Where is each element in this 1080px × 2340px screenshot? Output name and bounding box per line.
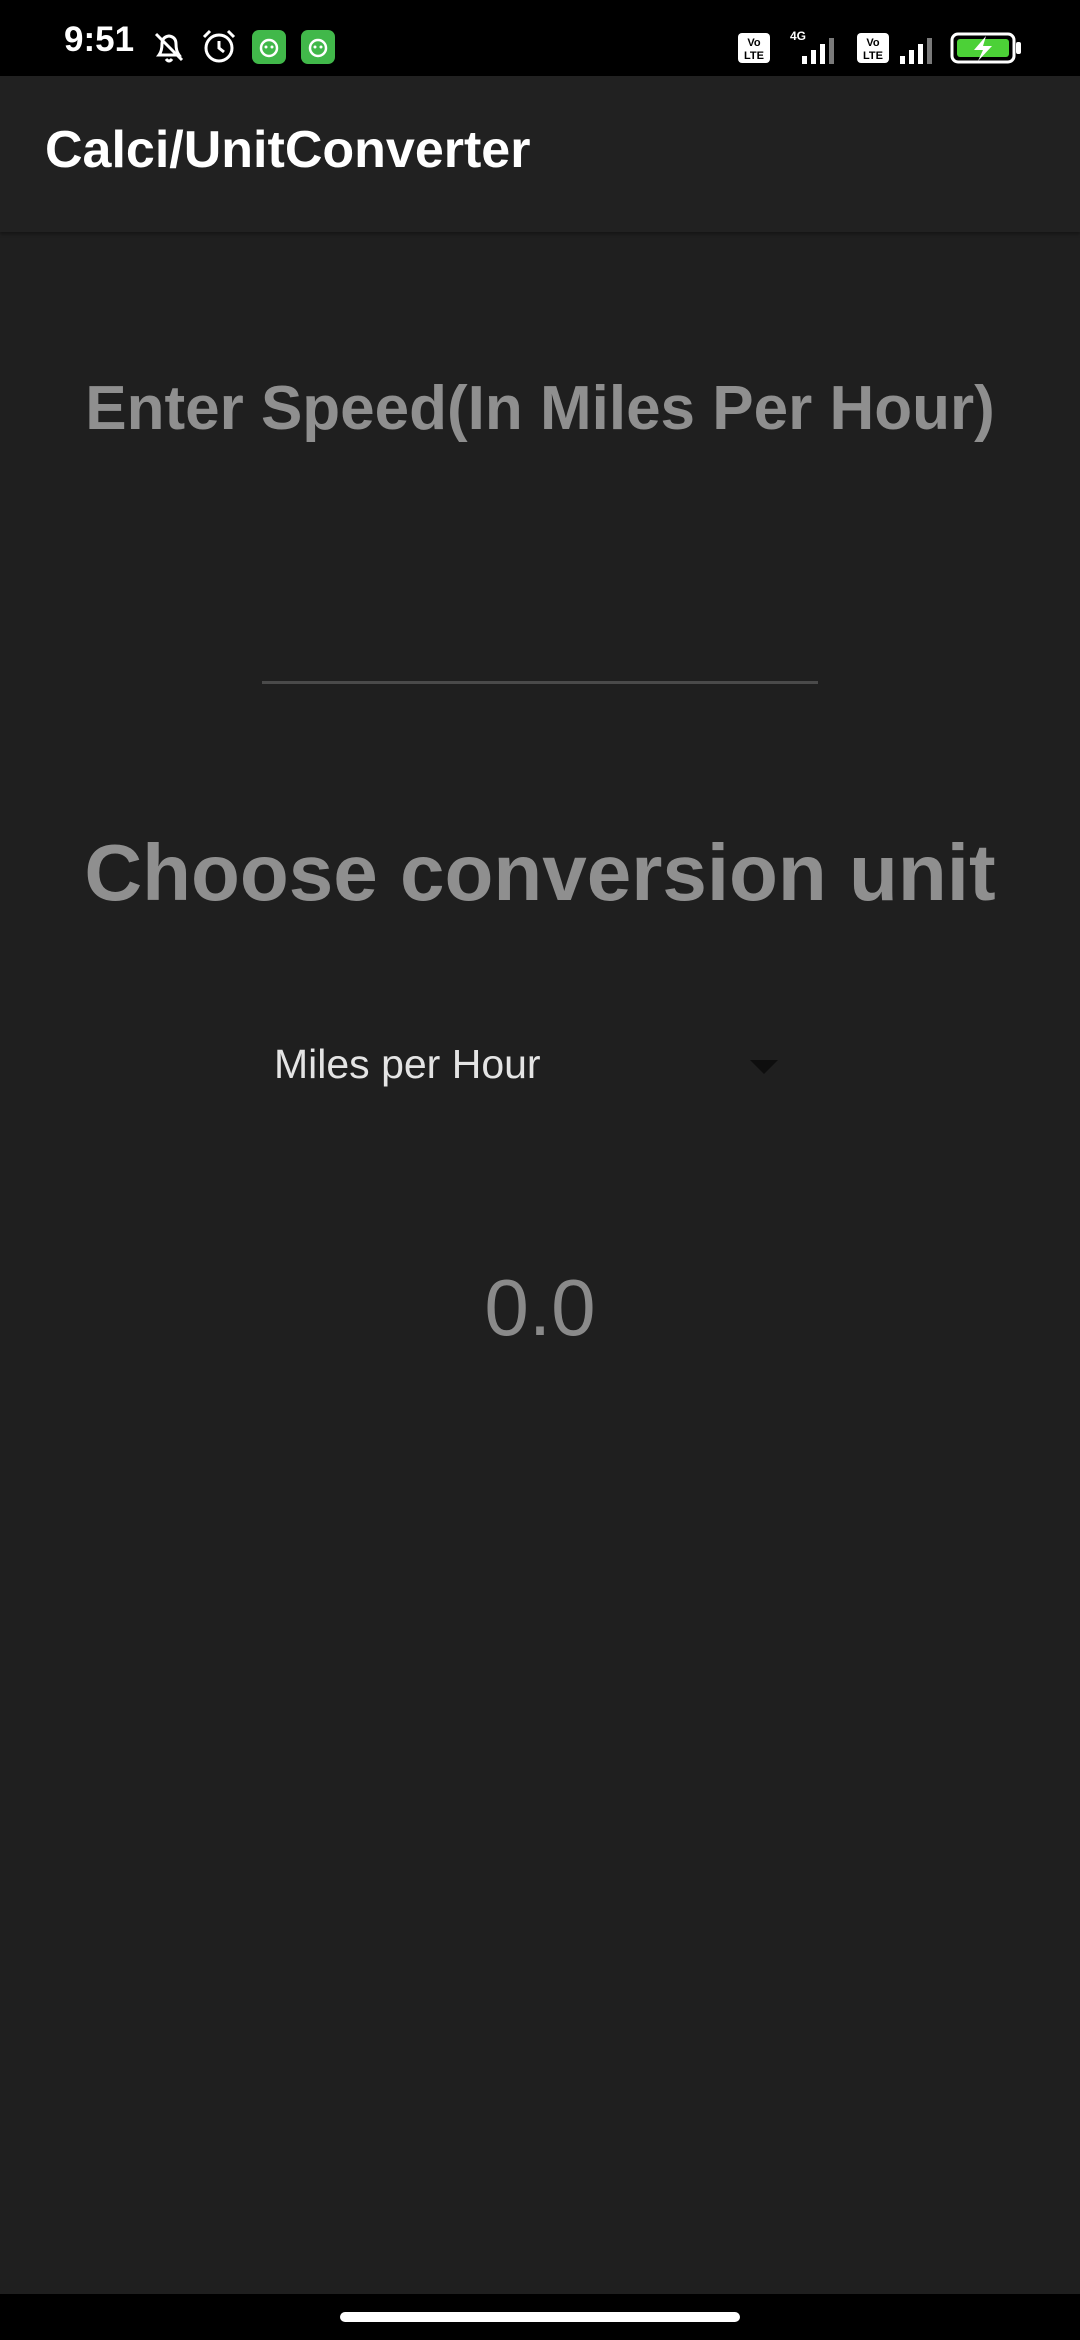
speed-label: Enter Speed(In Miles Per Hour) — [85, 374, 995, 443]
mute-icon — [154, 32, 184, 63]
svg-text:Vo: Vo — [747, 37, 761, 49]
battery-charging-icon — [950, 32, 1021, 64]
home-gesture-handle[interactable] — [340, 2312, 740, 2322]
volte-icon: Vo LTE — [738, 33, 770, 63]
conversion-unit-label: Choose conversion unit — [84, 828, 996, 917]
result-value: 0.0 — [484, 1263, 596, 1352]
speed-input[interactable] — [262, 560, 818, 684]
alarm-icon — [202, 29, 236, 63]
svg-text:Vo: Vo — [866, 37, 880, 49]
selected-unit: Miles per Hour — [274, 1041, 541, 1087]
status-bar: 9:51 Vo LTE 4G Vo LTE — [0, 0, 1080, 76]
svg-text:LTE: LTE — [744, 50, 764, 62]
volte-icon: Vo LTE — [857, 33, 889, 63]
navigation-bar — [0, 2294, 1080, 2340]
signal-icon — [900, 38, 932, 64]
status-time: 9:51 — [64, 20, 135, 59]
app-notification-icon — [301, 30, 335, 64]
conversion-unit-dropdown[interactable]: Miles per Hour — [262, 1030, 802, 1100]
app-title: Calci/UnitConverter — [45, 121, 531, 179]
svg-text:LTE: LTE — [863, 50, 883, 62]
dropdown-arrow-icon — [750, 1060, 778, 1074]
svg-text:4G: 4G — [790, 29, 806, 43]
app-notification-icon — [252, 30, 286, 64]
signal-4g-icon: 4G — [790, 29, 834, 64]
